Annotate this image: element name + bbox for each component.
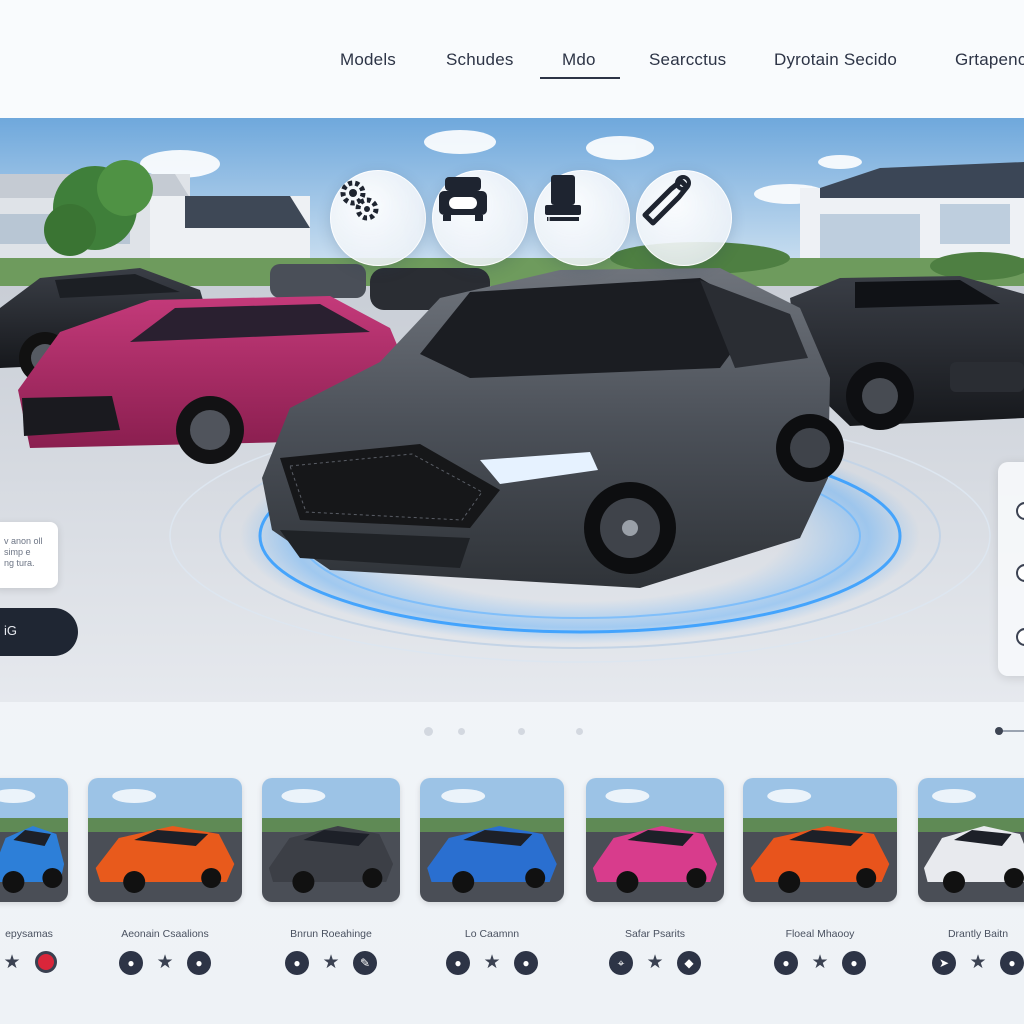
- circle-icon[interactable]: ●: [446, 951, 470, 975]
- carousel-dot-4[interactable]: [576, 728, 583, 735]
- circle-icon[interactable]: ●: [842, 951, 866, 975]
- car-card-image[interactable]: [88, 778, 242, 902]
- red-circle-icon[interactable]: [35, 951, 57, 973]
- arrow-icon[interactable]: ➤: [932, 951, 956, 975]
- car-card-image[interactable]: [743, 778, 897, 902]
- car-card-image[interactable]: [262, 778, 400, 902]
- car-card-image[interactable]: [586, 778, 724, 902]
- top-nav: Models Schudes Mdo Searcctus Dyrotain Se…: [0, 0, 1024, 118]
- hero-cta-label: iG: [4, 623, 17, 638]
- circle-icon[interactable]: ●: [285, 951, 309, 975]
- star-icon[interactable]: ★: [2, 951, 22, 975]
- star-icon[interactable]: ★: [810, 951, 830, 975]
- circle-icon[interactable]: ●: [774, 951, 798, 975]
- car-card-title: Drantly Baitn: [947, 928, 1009, 940]
- car-card-image[interactable]: [0, 778, 68, 902]
- star-icon[interactable]: ★: [645, 951, 665, 975]
- toggle-3[interactable]: [1016, 628, 1024, 646]
- circle-icon[interactable]: ●: [1000, 951, 1024, 975]
- engine-icon[interactable]: [534, 170, 630, 266]
- nav-item-mdo[interactable]: Mdo: [540, 50, 620, 79]
- star-icon[interactable]: ★: [321, 951, 341, 975]
- car-card-title: Safar Psarits: [624, 928, 686, 940]
- car-card-title: Aeonain Csaalions: [121, 928, 209, 940]
- hero-banner: v anon oll simp e ng tura. iG: [0, 118, 1024, 702]
- car-card-title: Floeal Mhaooy: [785, 928, 855, 940]
- carousel-dot-1[interactable]: [424, 727, 433, 736]
- tag-icon[interactable]: ◆: [677, 951, 701, 975]
- star-icon[interactable]: ★: [968, 951, 988, 975]
- nav-item-searcctus[interactable]: Searcctus: [649, 50, 726, 70]
- pen-icon[interactable]: ✎: [353, 951, 377, 975]
- gears-icon[interactable]: [330, 170, 426, 266]
- car-card-image[interactable]: [420, 778, 564, 902]
- car-card-image[interactable]: [918, 778, 1024, 902]
- info-card: v anon oll simp e ng tura.: [0, 522, 58, 588]
- nav-item-grtapenc[interactable]: Grtapenc: [955, 50, 1024, 70]
- carousel-dot-3[interactable]: [518, 728, 525, 735]
- star-icon[interactable]: ★: [482, 951, 502, 975]
- circle-icon[interactable]: ●: [119, 951, 143, 975]
- car-card-title: Lo Caamnn: [464, 928, 520, 940]
- slider-knob[interactable]: [995, 727, 1003, 735]
- wrench-icon[interactable]: [636, 170, 732, 266]
- pin-icon[interactable]: ⌖: [609, 951, 633, 975]
- toggle-1[interactable]: [1016, 502, 1024, 520]
- nav-item-schudes[interactable]: Schudes: [446, 50, 514, 70]
- nav-item-models[interactable]: Models: [340, 50, 396, 70]
- circle-icon[interactable]: ●: [514, 951, 538, 975]
- car-card-title: epysamas: [5, 928, 53, 940]
- info-card-text: v anon oll simp e ng tura.: [4, 536, 43, 568]
- carousel-dot-2[interactable]: [458, 728, 465, 735]
- side-control-panel: [998, 462, 1024, 676]
- toggle-2[interactable]: [1016, 564, 1024, 582]
- car-card-title: Bnrun Roeahinge: [290, 928, 372, 940]
- seat-icon[interactable]: [432, 170, 528, 266]
- nav-item-dyrotain-secido[interactable]: Dyrotain Secido: [774, 50, 897, 70]
- hero-cta-button[interactable]: iG: [0, 608, 78, 656]
- circle-icon[interactable]: ●: [187, 951, 211, 975]
- star-icon[interactable]: ★: [155, 951, 175, 975]
